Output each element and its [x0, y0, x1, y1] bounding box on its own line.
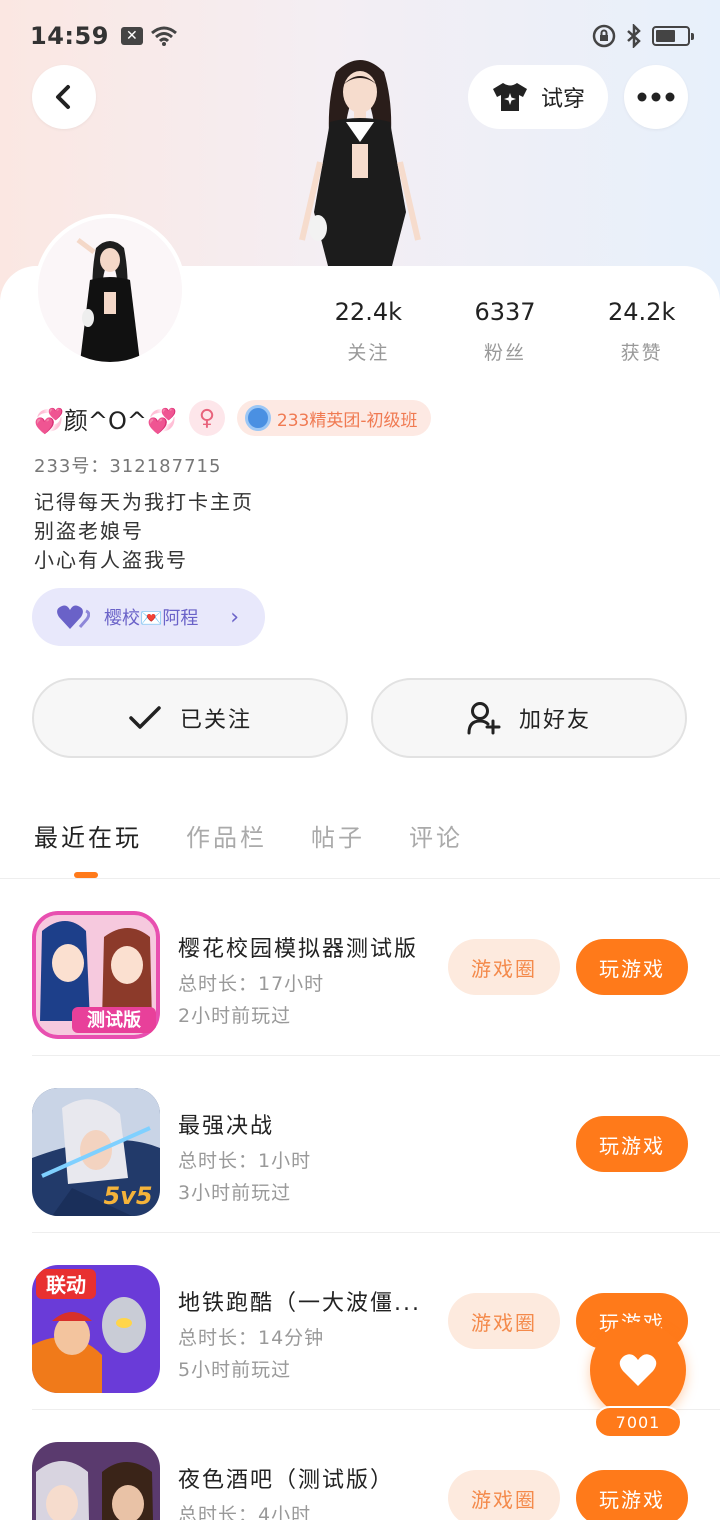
game-icon-image: 5v5 — [32, 1088, 160, 1216]
game-icon[interactable]: 测试版 — [32, 911, 160, 1039]
gender-female-icon: ♀ — [188, 400, 225, 436]
stat-fans[interactable]: 6337 粉丝 — [437, 298, 574, 365]
tab-recently-played[interactable]: 最近在玩 — [34, 818, 142, 853]
try-on-label: 试穿 — [540, 87, 585, 112]
stat-likes[interactable]: 24.2k 获赞 — [573, 298, 710, 365]
game-icon[interactable] — [32, 1442, 160, 1520]
wifi-icon — [150, 26, 177, 46]
battery-icon — [652, 26, 694, 46]
tab-comments[interactable]: 评论 — [409, 818, 463, 853]
game-icon-image: 测试版 — [32, 911, 160, 1039]
bio-line: 记得每天为我打卡主页 — [34, 490, 254, 514]
stat-likes-label: 获赞 — [620, 342, 663, 364]
following-label: 已关注 — [179, 708, 252, 733]
game-last-played: 3小时前玩过 — [178, 1182, 292, 1204]
game-name[interactable]: 地铁跑酷（一大波僵... — [178, 1285, 421, 1317]
more-icon — [637, 92, 675, 102]
game-circle-button[interactable]: 游戏圈 — [448, 939, 560, 995]
bio: 记得每天为我打卡主页 别盗老娘号 小心有人盗我号 — [34, 488, 254, 575]
bio-line: 小心有人盗我号 — [34, 548, 188, 572]
stat-following-value: 22.4k — [334, 298, 402, 326]
game-icon-image: 联动 — [32, 1265, 160, 1393]
game-icon-text: 测试版 — [87, 1009, 141, 1031]
game-total-time: 总时长：4小时 — [178, 1504, 312, 1520]
tab-posts[interactable]: 帖子 — [311, 818, 365, 853]
like-count: 7001 — [594, 1406, 682, 1438]
level-badge[interactable]: 233精英团-初级班 — [236, 400, 432, 436]
like-floating-button[interactable]: 7001 — [590, 1322, 686, 1438]
user-id: 233号：312187715 — [34, 456, 222, 477]
try-on-button[interactable]: 试穿 — [468, 65, 608, 129]
game-last-played: 2小时前玩过 — [178, 1005, 292, 1027]
back-icon — [56, 85, 70, 109]
game-icon[interactable]: 联动 — [32, 1265, 160, 1393]
stats-row: 22.4k 关注 6337 粉丝 24.2k 获赞 — [300, 298, 710, 365]
avatar-character-image — [299, 60, 421, 266]
stat-likes-value: 24.2k — [608, 298, 676, 326]
game-total-time: 总时长：17小时 — [178, 973, 325, 995]
game-icon[interactable]: 5v5 — [32, 1088, 160, 1216]
school-chip[interactable]: 樱校💌阿程 › — [32, 588, 265, 646]
notification-icon: ✕ — [120, 27, 143, 45]
bluetooth-icon — [627, 24, 641, 48]
chevron-right-icon: › — [230, 604, 239, 630]
avatar-image — [38, 218, 182, 362]
like-circle[interactable] — [590, 1322, 686, 1418]
stat-following[interactable]: 22.4k 关注 — [300, 298, 437, 365]
game-name[interactable]: 夜色酒吧（测试版） — [178, 1462, 394, 1494]
tab-works[interactable]: 作品栏 — [186, 818, 267, 853]
level-badge-label: 233精英团-初级班 — [276, 410, 418, 431]
add-friend-icon — [467, 702, 501, 735]
school-chip-label: 樱校💌阿程 — [104, 608, 199, 629]
game-icon-text: 联动 — [46, 1273, 86, 1297]
game-total-time: 总时长：14分钟 — [178, 1327, 325, 1349]
name-row: 💞颜^O^💞 ♀ 233精英团-初级班 — [34, 400, 432, 436]
following-button[interactable]: 已关注 — [32, 678, 348, 758]
tshirt-icon — [492, 83, 527, 111]
bio-line: 别盗老娘号 — [34, 519, 144, 543]
add-friend-label: 加好友 — [518, 708, 591, 733]
game-name[interactable]: 最强决战 — [178, 1108, 274, 1140]
game-name[interactable]: 樱花校园模拟器测试版 — [178, 931, 418, 963]
status-time: 14:59 — [30, 22, 109, 50]
game-icon-image — [32, 1442, 160, 1520]
back-button[interactable] — [32, 65, 96, 129]
check-icon — [129, 706, 161, 729]
play-game-button[interactable]: 玩游戏 — [576, 1470, 688, 1520]
more-button[interactable] — [624, 65, 688, 129]
add-friend-button[interactable]: 加好友 — [371, 678, 687, 758]
heart-icon — [619, 1354, 657, 1386]
play-game-button[interactable]: 玩游戏 — [576, 1116, 688, 1172]
game-total-time: 总时长：1小时 — [178, 1150, 312, 1172]
stat-fans-label: 粉丝 — [484, 342, 527, 364]
avatar[interactable] — [34, 214, 186, 366]
game-icon-text: 5v5 — [103, 1182, 152, 1210]
game-circle-button[interactable]: 游戏圈 — [448, 1470, 560, 1520]
gem-icon — [244, 405, 271, 431]
heart-pair-icon — [57, 605, 90, 629]
nickname: 💞颜^O^💞 — [34, 406, 177, 435]
stat-fans-value: 6337 — [474, 298, 536, 326]
game-last-played: 5小时前玩过 — [178, 1359, 292, 1381]
stat-following-label: 关注 — [347, 342, 390, 364]
game-row[interactable]: 5v5 最强决战 总时长：1小时 3小时前玩过 玩游戏 — [32, 1056, 720, 1233]
game-circle-button[interactable]: 游戏圈 — [448, 1293, 560, 1349]
profile-tabs: 最近在玩 作品栏 帖子 评论 — [34, 818, 463, 853]
lock-rotation-icon — [592, 24, 616, 48]
play-game-button[interactable]: 玩游戏 — [576, 939, 688, 995]
game-row[interactable]: 测试版 樱花校园模拟器测试版 总时长：17小时 2小时前玩过 游戏圈 玩游戏 — [32, 879, 720, 1056]
